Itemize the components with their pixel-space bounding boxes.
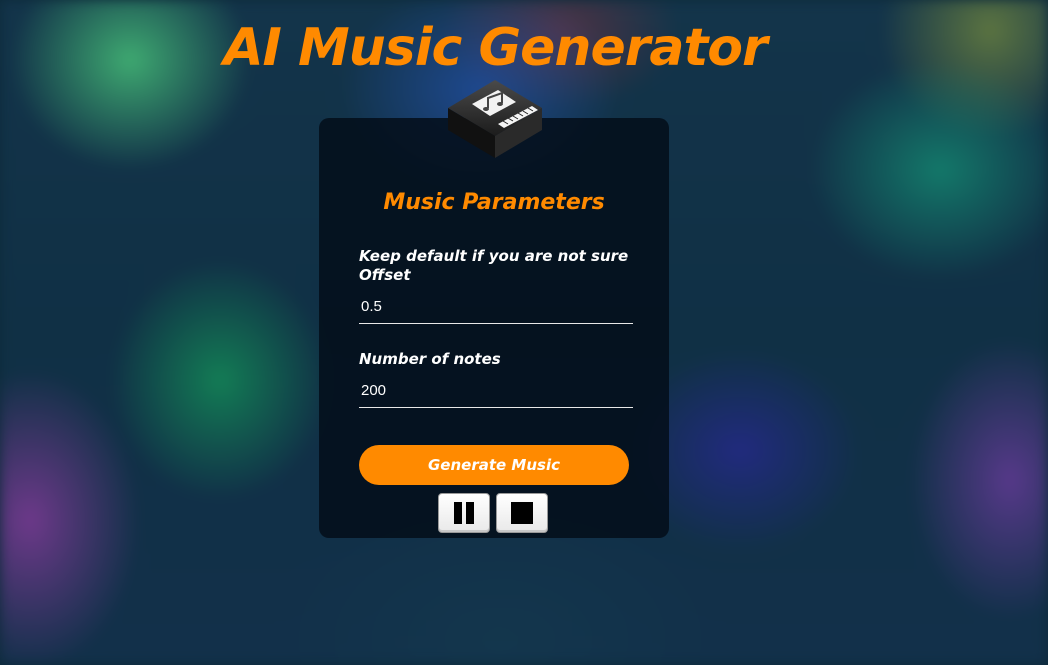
generate-music-button[interactable]: Generate Music [359,445,629,485]
card-heading: Music Parameters [383,190,605,215]
parameters-card: Music Parameters Keep default if you are… [319,118,669,538]
stop-button[interactable] [496,493,548,533]
page-title: AI Music Generator [223,18,767,78]
pause-button[interactable] [438,493,490,533]
notes-field-wrapper [359,375,633,408]
piano-music-icon [448,80,542,158]
stop-icon [511,502,533,524]
notes-input[interactable] [359,375,631,405]
offset-input[interactable] [359,291,631,321]
pause-icon [454,502,474,524]
offset-field-wrapper [359,291,633,324]
offset-label: Offset [359,266,411,284]
offset-hint: Keep default if you are not sure [359,247,629,265]
notes-label: Number of notes [359,350,501,368]
